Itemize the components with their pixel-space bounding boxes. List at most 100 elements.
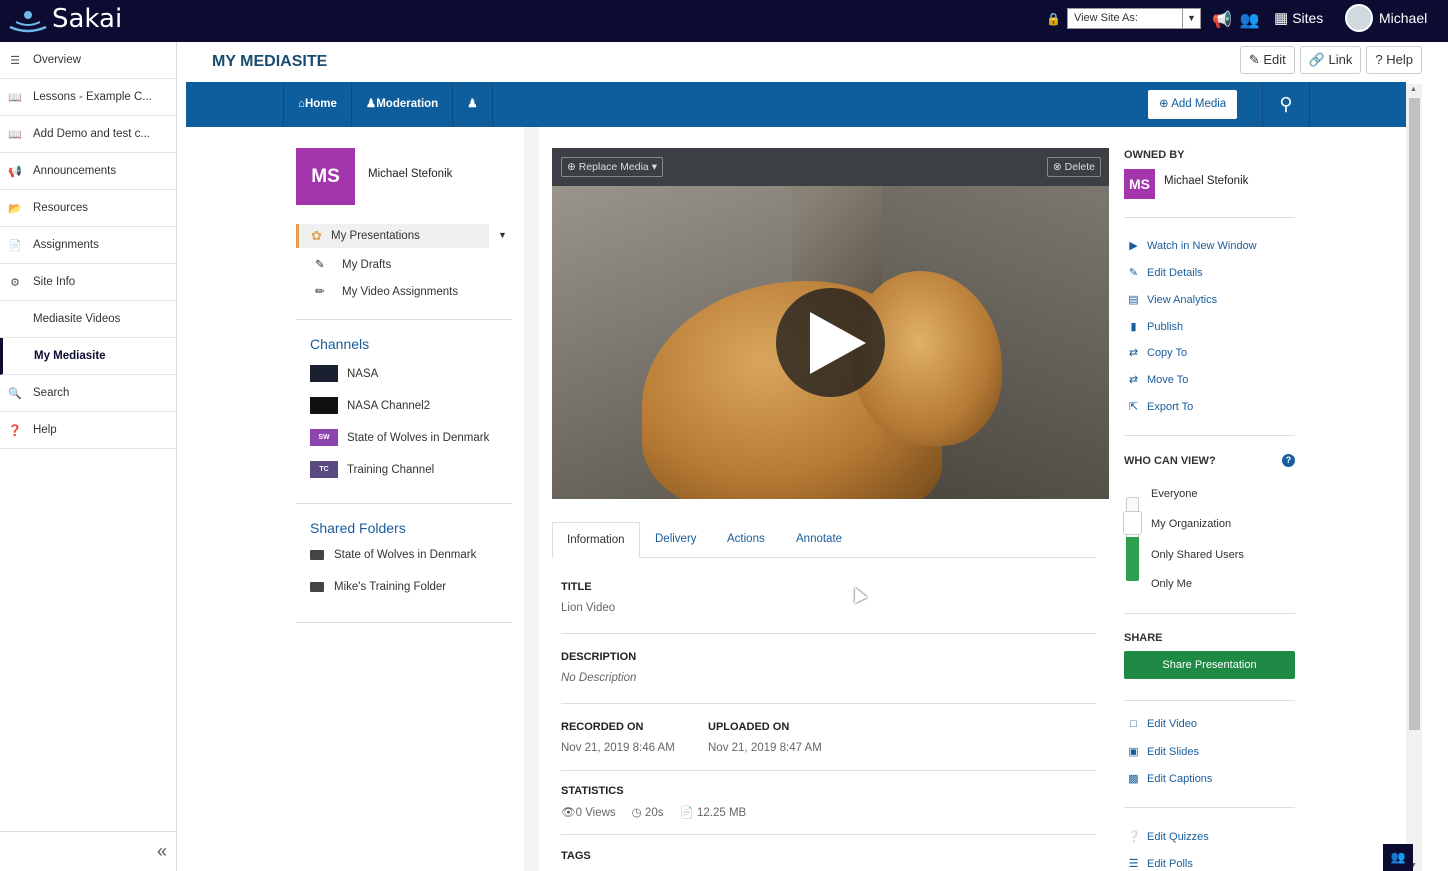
tab-annotate[interactable]: Annotate bbox=[782, 522, 856, 558]
caret-down-icon[interactable]: ▼ bbox=[498, 230, 507, 240]
gear-icon: ⚙ bbox=[10, 276, 20, 289]
sidebar-item-site-info[interactable]: ⚙ Site Info bbox=[0, 264, 176, 301]
view-site-as-select[interactable]: View Site As: ▼ bbox=[1066, 8, 1201, 29]
folder-icon bbox=[310, 582, 324, 592]
divider bbox=[296, 503, 512, 504]
shared-folder-item[interactable]: Mike's Training Folder bbox=[310, 581, 446, 593]
share-presentation-button[interactable]: Share Presentation bbox=[1124, 651, 1295, 679]
nav-search-button[interactable]: ⚲ bbox=[1262, 82, 1310, 127]
channel-thumbnail: TC bbox=[310, 461, 338, 478]
nav-profile[interactable]: ♟ bbox=[453, 82, 493, 127]
nav-moderation[interactable]: ♟Moderation bbox=[352, 82, 454, 127]
size-stat: 📄 12.25 MB bbox=[679, 805, 746, 819]
copy-to-link[interactable]: ⇄ Copy To bbox=[1127, 346, 1188, 360]
view-option-everyone[interactable]: Everyone bbox=[1151, 488, 1197, 500]
sidebar-item-label: Site Info bbox=[33, 276, 76, 288]
shared-folders-heading: Shared Folders bbox=[310, 520, 406, 536]
book-icon: 📖 bbox=[8, 128, 22, 141]
sidebar-item-announcements[interactable]: 📢 Announcements bbox=[0, 153, 176, 190]
video-frame[interactable] bbox=[552, 186, 1109, 499]
users-icon[interactable]: 👥 bbox=[1383, 844, 1413, 871]
tab-information[interactable]: Information bbox=[552, 522, 640, 558]
delete-button[interactable]: ⊗ Delete bbox=[1046, 157, 1101, 177]
sidebar-item-resources[interactable]: 📂 Resources bbox=[0, 190, 176, 227]
detail-tabs: Information Delivery Actions Annotate bbox=[552, 522, 1096, 558]
edit-video-link[interactable]: □ Edit Video bbox=[1127, 718, 1197, 730]
users-icon[interactable]: 👥 bbox=[1240, 10, 1260, 30]
recorded-field: RECORDED ON Nov 21, 2019 8:46 AM bbox=[561, 721, 675, 754]
presentations-icon: ✿ bbox=[311, 228, 322, 243]
channel-item[interactable]: TC Training Channel bbox=[310, 461, 434, 478]
action-label: Copy To bbox=[1147, 346, 1188, 359]
view-option-only-shared-users[interactable]: Only Shared Users bbox=[1151, 549, 1244, 561]
visibility-slider[interactable] bbox=[1123, 493, 1142, 583]
edit-quizzes-link[interactable]: ❔ Edit Quizzes bbox=[1127, 830, 1209, 844]
edit-details-link[interactable]: ✎ Edit Details bbox=[1127, 266, 1203, 280]
action-label: Edit Details bbox=[1147, 266, 1203, 279]
view-analytics-link[interactable]: ▤ View Analytics bbox=[1127, 293, 1217, 307]
sidebar-item-label: My Mediasite bbox=[34, 350, 106, 362]
page-scrollbar[interactable]: ▲ ▼ bbox=[1406, 84, 1422, 871]
sidebar-item-help[interactable]: ❓ Help bbox=[0, 412, 176, 449]
chevron-down-icon: ▼ bbox=[1181, 9, 1200, 28]
action-label: Move To bbox=[1147, 373, 1189, 386]
move-to-link[interactable]: ⇄ Move To bbox=[1127, 373, 1189, 387]
sidebar-item-label: Add Demo and test c... bbox=[33, 128, 150, 140]
my-video-assignments-item[interactable]: ✏ My Video Assignments bbox=[315, 284, 458, 298]
sidebar-item-label: Overview bbox=[33, 54, 81, 66]
sidebar-item-mediasite-videos[interactable]: Mediasite Videos bbox=[0, 301, 176, 338]
nav-home-label: Home bbox=[304, 98, 337, 110]
tab-delivery[interactable]: Delivery bbox=[641, 522, 711, 558]
link-button[interactable]: 🔗 Link bbox=[1299, 46, 1362, 74]
sidebar-item-search[interactable]: 🔍 Search bbox=[0, 375, 176, 412]
sakai-logo[interactable]: Sakai bbox=[8, 4, 122, 34]
channel-item[interactable]: NASA Channel2 bbox=[310, 397, 430, 414]
help-icon[interactable]: ? bbox=[1282, 454, 1295, 467]
edit-button[interactable]: ✎ Edit bbox=[1239, 46, 1295, 74]
megaphone-icon[interactable]: 📢 bbox=[1212, 10, 1232, 30]
caret-down-icon: ▾ bbox=[651, 161, 657, 173]
view-option-only-me[interactable]: Only Me bbox=[1151, 578, 1192, 590]
tab-actions[interactable]: Actions bbox=[713, 522, 779, 558]
channel-item[interactable]: NASA bbox=[310, 365, 378, 382]
add-media-button[interactable]: ⊕ Add Media bbox=[1148, 90, 1238, 119]
library-user-name: Michael Stefonik bbox=[368, 168, 453, 180]
nav-home[interactable]: ⌂Home bbox=[283, 82, 352, 127]
view-option-my-organization[interactable]: My Organization bbox=[1151, 518, 1231, 530]
user-menu[interactable]: Michael bbox=[1345, 4, 1427, 32]
channel-item[interactable]: SW State of Wolves in Denmark bbox=[310, 429, 489, 446]
slider-handle[interactable] bbox=[1123, 511, 1142, 535]
edit-polls-link[interactable]: ☰ Edit Polls bbox=[1127, 857, 1193, 871]
play-button[interactable] bbox=[776, 288, 885, 397]
sidebar-item-my-mediasite[interactable]: My Mediasite bbox=[0, 338, 176, 375]
export-to-link[interactable]: ⇱ Export To bbox=[1127, 400, 1193, 414]
my-drafts-item[interactable]: ✎ My Drafts bbox=[315, 257, 391, 271]
sidebar-item-add-demo[interactable]: 📖 Add Demo and test c... bbox=[0, 116, 176, 153]
pencil-icon: ✏ bbox=[315, 286, 325, 298]
collapse-sidebar-button[interactable]: « bbox=[0, 831, 177, 871]
publish-link[interactable]: ▮ Publish bbox=[1127, 320, 1183, 334]
sidebar-item-label: Lessons - Example C... bbox=[33, 91, 152, 103]
edit-captions-link[interactable]: ▩ Edit Captions bbox=[1127, 772, 1212, 786]
nav-moderation-label: Moderation bbox=[376, 98, 439, 110]
delete-label: Delete bbox=[1064, 161, 1095, 173]
replace-media-button[interactable]: ⊕ Replace Media ▾ bbox=[561, 157, 663, 177]
book-icon: ▮ bbox=[1130, 321, 1137, 333]
sidebar-item-overview[interactable]: ☰ Overview bbox=[0, 42, 176, 79]
view-site-as: 🔒 View Site As: ▼ bbox=[1046, 8, 1201, 29]
shared-folder-item[interactable]: State of Wolves in Denmark bbox=[310, 549, 476, 561]
sites-button[interactable]: ▦ Sites bbox=[1274, 9, 1323, 27]
help-button[interactable]: ? Help bbox=[1366, 46, 1422, 74]
edit-icon: ✎ bbox=[1128, 267, 1139, 279]
my-presentations-item[interactable]: ✿ My Presentations bbox=[296, 224, 489, 248]
watch-in-new-window-link[interactable]: ▶ Watch in New Window bbox=[1127, 239, 1256, 253]
sidebar-item-assignments[interactable]: 📄 Assignments bbox=[0, 227, 176, 264]
sidebar-item-lessons[interactable]: 📖 Lessons - Example C... bbox=[0, 79, 176, 116]
size-value: 12.25 MB bbox=[697, 807, 747, 819]
video-player: ⊕ Replace Media ▾ ⊗ Delete bbox=[552, 148, 1109, 499]
edit-slides-link[interactable]: ▣ Edit Slides bbox=[1127, 745, 1199, 759]
list-icon: ☰ bbox=[1128, 858, 1139, 870]
scrollbar-thumb[interactable] bbox=[1409, 98, 1420, 730]
file-icon: 📄 bbox=[679, 807, 694, 819]
scroll-up-icon[interactable]: ▲ bbox=[1410, 86, 1417, 93]
